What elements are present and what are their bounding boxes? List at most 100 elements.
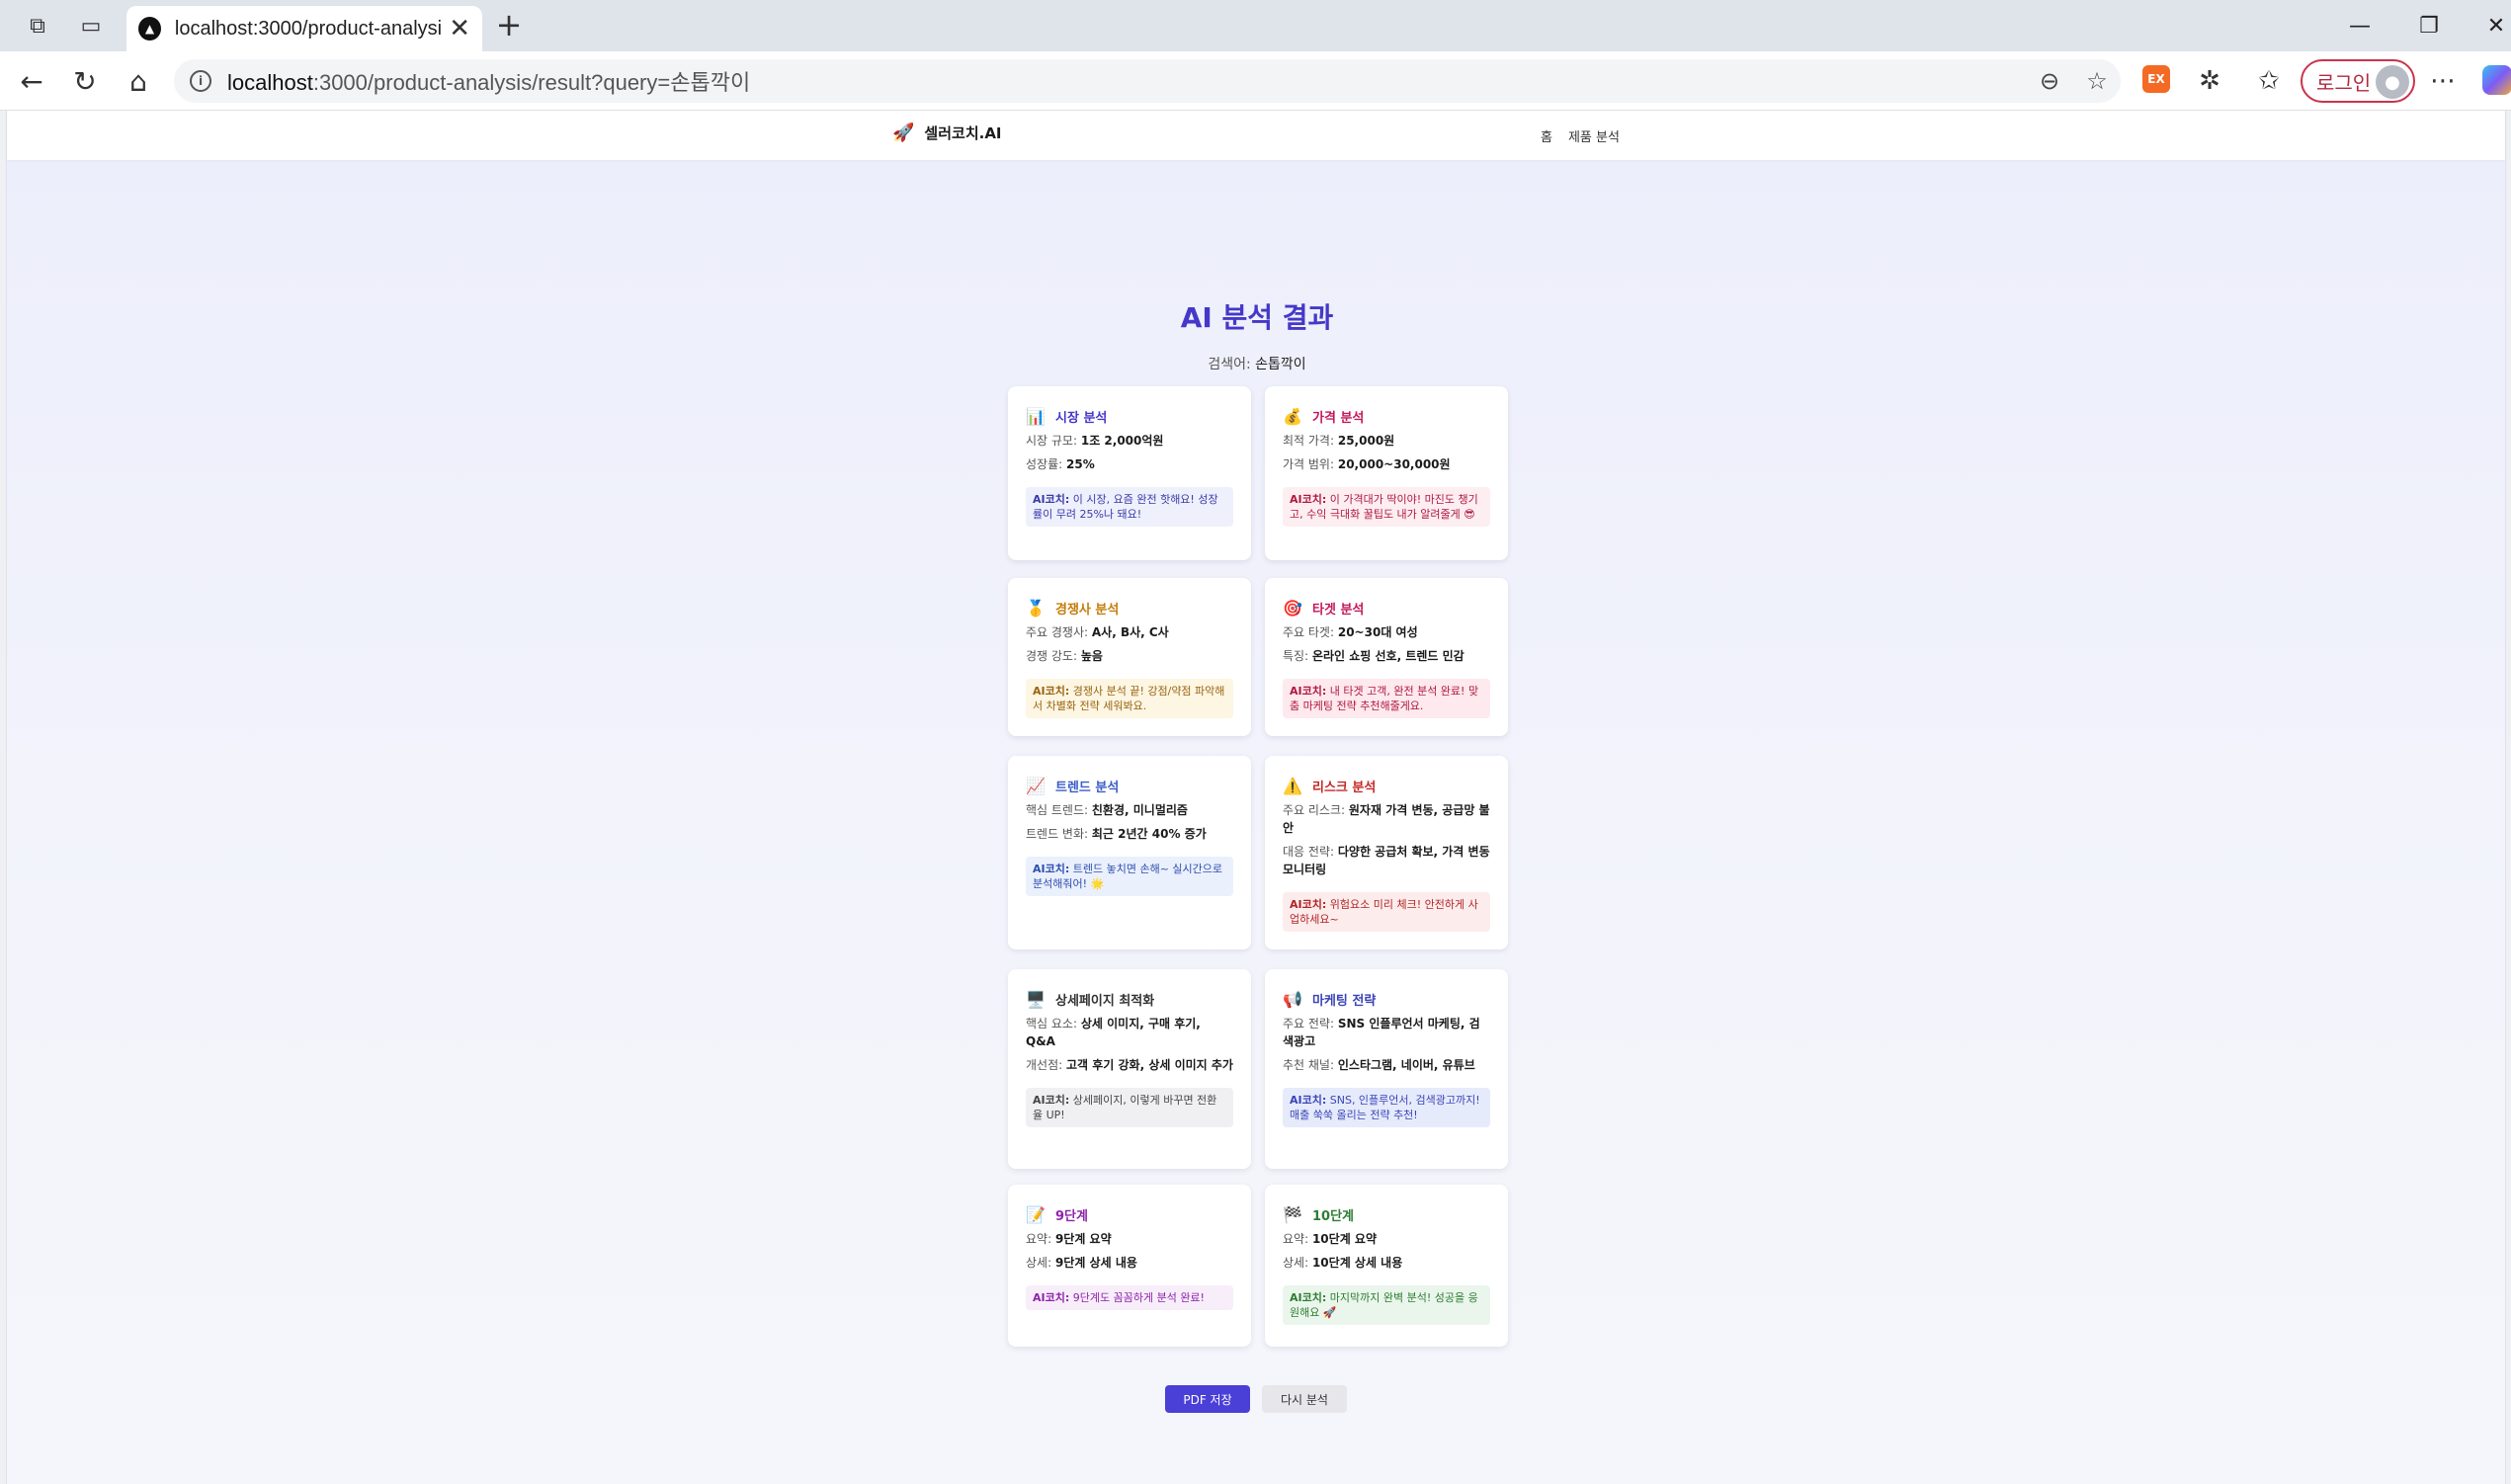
card-line: 상세: 9단계 상세 내용 xyxy=(1026,1254,1233,1272)
card-icon: 💰 xyxy=(1283,406,1302,426)
brand-name: 셀러코치.AI xyxy=(924,124,1002,142)
card-header: ⚠️ 리스크 분석 xyxy=(1283,776,1490,795)
card-line-value: 친환경, 미니멀리즘 xyxy=(1091,803,1188,817)
card-line-label: 개선점: xyxy=(1026,1058,1063,1072)
card-title: 상세페이지 최적화 xyxy=(1055,993,1155,1009)
card-title: 마케팅 전략 xyxy=(1312,993,1377,1009)
ai-coach-note: AI코치: 경쟁사 분석 끝! 강점/약점 파악해서 차별화 전략 세워봐요. xyxy=(1026,679,1233,718)
card-icon: 📈 xyxy=(1026,776,1046,795)
card-line-label: 요약: xyxy=(1026,1232,1052,1246)
workspaces-icon[interactable]: ⧉ xyxy=(22,10,53,41)
browser-tab[interactable]: ▲ localhost:3000/product-analysis/r ✕ xyxy=(126,6,482,51)
card-header: 🥇 경쟁사 분석 xyxy=(1026,598,1233,618)
analysis-card: 📊 시장 분석 시장 규모: 1조 2,000억원 성장률: 25% AI코치: 이 시… xyxy=(1008,386,1251,560)
close-window-icon[interactable]: ✕ xyxy=(2476,8,2511,43)
favorite-star-icon[interactable]: ☆ xyxy=(2081,65,2113,97)
extension-badge-icon[interactable]: EX xyxy=(2142,65,2170,93)
card-line: 경쟁 강도: 높음 xyxy=(1026,647,1233,665)
zoom-icon[interactable]: ⊖ xyxy=(2034,65,2065,97)
card-title: 리스크 분석 xyxy=(1312,780,1377,795)
card-title: 가격 분석 xyxy=(1312,410,1365,426)
card-icon: 📝 xyxy=(1026,1204,1046,1224)
favorites-icon[interactable]: ✩ xyxy=(2251,63,2287,99)
card-header: 🏁 10단계 xyxy=(1283,1204,1490,1224)
brand-logo[interactable]: 🚀 셀러코치.AI xyxy=(892,123,1002,143)
card-line-value: 9단계 상세 내용 xyxy=(1054,1256,1137,1270)
site-info-icon[interactable]: i xyxy=(190,70,211,92)
ai-coach-note: AI코치: 9단계도 꼼꼼하게 분석 완료! xyxy=(1026,1285,1233,1310)
card-icon: 🎯 xyxy=(1283,598,1302,618)
back-icon[interactable]: ← xyxy=(14,63,49,99)
card-line-value: 인스타그램, 네이버, 유튜브 xyxy=(1337,1058,1475,1072)
ai-coach-label: AI코치: xyxy=(1033,493,1070,506)
copilot-icon[interactable] xyxy=(2482,65,2511,95)
profile-login-button[interactable]: 로그인 ● xyxy=(2301,59,2415,103)
more-menu-icon[interactable]: ⋯ xyxy=(2425,63,2461,99)
card-line-label: 성장률: xyxy=(1026,457,1063,471)
card-header: 📢 마케팅 전략 xyxy=(1283,989,1490,1009)
rocket-icon: 🚀 xyxy=(892,123,915,143)
site-header: 🚀 셀러코치.AI 홈 제품 분석 xyxy=(7,111,2505,160)
card-line-value: 20~30대 여성 xyxy=(1337,625,1418,639)
restore-icon[interactable]: ❐ xyxy=(2409,8,2449,43)
analysis-card: 🥇 경쟁사 분석 주요 경쟁사: A사, B사, C사 경쟁 강도: 높음 AI코치: … xyxy=(1008,578,1251,736)
ai-coach-label: AI코치: xyxy=(1033,1094,1070,1107)
tab-title: localhost:3000/product-analysis/r xyxy=(174,17,442,40)
card-line-label: 대응 전략: xyxy=(1283,845,1335,859)
page-viewport: 🚀 셀러코치.AI 홈 제품 분석 AI 분석 결과 검색어: 손톱깍이 📊 시장… xyxy=(6,111,2506,1484)
card-line-value: 25,000원 xyxy=(1337,434,1395,448)
analysis-card: ⚠️ 리스크 분석 주요 리스크: 원자재 가격 변동, 공급망 불안 대응 전략: … xyxy=(1265,756,1508,949)
card-line-label: 가격 범위: xyxy=(1283,457,1335,471)
page-title: AI 분석 결과 xyxy=(1180,301,1334,334)
card-icon: 🥇 xyxy=(1026,598,1046,618)
card-line-label: 주요 리스크: xyxy=(1283,803,1346,817)
ai-coach-note: AI코치: SNS, 인플루언서, 검색광고까지! 매출 쑥쑥 올리는 전략 추… xyxy=(1283,1088,1490,1127)
ai-coach-note: AI코치: 내 타겟 고객, 완전 분석 완료! 맞춤 마케팅 전략 추천해줄게… xyxy=(1283,679,1490,718)
ai-coach-note: AI코치: 이 시장, 요즘 완전 핫해요! 성장률이 무려 25%나 돼요! xyxy=(1026,487,1233,527)
ai-coach-label: AI코치: xyxy=(1290,1291,1327,1304)
extensions-icon[interactable]: ✲ xyxy=(2192,63,2227,99)
ai-coach-text: 9단계도 꼼꼼하게 분석 완료! xyxy=(1072,1291,1205,1304)
card-line: 최적 가격: 25,000원 xyxy=(1283,432,1490,450)
url-field[interactable]: i localhost:3000/product-analysis/result… xyxy=(174,59,2121,103)
card-line: 추천 채널: 인스타그램, 네이버, 유튜브 xyxy=(1283,1056,1490,1074)
ai-coach-label: AI코치: xyxy=(1290,685,1327,698)
card-line: 주요 타겟: 20~30대 여성 xyxy=(1283,623,1490,641)
card-line-label: 요약: xyxy=(1283,1232,1309,1246)
card-title: 9단계 xyxy=(1055,1208,1088,1224)
save-pdf-button[interactable]: PDF 저장 xyxy=(1165,1385,1250,1413)
ai-coach-label: AI코치: xyxy=(1033,863,1070,875)
reanalyze-button[interactable]: 다시 분석 xyxy=(1262,1385,1347,1413)
card-line-label: 주요 전략: xyxy=(1283,1017,1335,1031)
card-header: 📝 9단계 xyxy=(1026,1204,1233,1224)
tab-actions-icon[interactable]: ▭ xyxy=(75,10,107,41)
close-tab-icon[interactable]: ✕ xyxy=(449,14,470,43)
card-line: 요약: 9단계 요약 xyxy=(1026,1230,1233,1248)
query-value: 손톱깍이 xyxy=(1255,357,1306,372)
card-line-label: 상세: xyxy=(1283,1256,1309,1270)
address-bar: ← ↻ ⌂ i localhost:3000/product-analysis/… xyxy=(0,51,2511,111)
card-line: 성장률: 25% xyxy=(1026,455,1233,473)
card-line-value: 25% xyxy=(1066,457,1095,471)
card-icon: 🖥️ xyxy=(1026,989,1046,1009)
nav-product-analysis-link[interactable]: 제품 분석 xyxy=(1568,126,1620,145)
query-label: 검색어: xyxy=(1208,357,1251,372)
card-line-label: 트렌드 변화: xyxy=(1026,827,1089,841)
card-line: 가격 범위: 20,000~30,000원 xyxy=(1283,455,1490,473)
card-line: 트렌드 변화: 최근 2년간 40% 증가 xyxy=(1026,825,1233,843)
card-title: 타겟 분석 xyxy=(1312,602,1365,618)
new-tab-icon[interactable]: + xyxy=(492,6,526,43)
analysis-card: 🎯 타겟 분석 주요 타겟: 20~30대 여성 특징: 온라인 쇼핑 선호, 트렌드… xyxy=(1265,578,1508,736)
card-line-value: 1조 2,000억원 xyxy=(1080,434,1164,448)
card-line-label: 최적 가격: xyxy=(1283,434,1335,448)
ai-coach-note: AI코치: 이 가격대가 딱이야! 마진도 챙기고, 수익 극대화 꿀팁도 내가… xyxy=(1283,487,1490,527)
ai-coach-label: AI코치: xyxy=(1290,493,1327,506)
nav-home-link[interactable]: 홈 xyxy=(1541,126,1552,145)
card-title: 트렌드 분석 xyxy=(1055,780,1120,795)
home-icon[interactable]: ⌂ xyxy=(121,63,156,99)
minimize-icon[interactable]: — xyxy=(2340,8,2380,43)
card-header: 🎯 타겟 분석 xyxy=(1283,598,1490,618)
reload-icon[interactable]: ↻ xyxy=(67,63,103,99)
url-text: localhost:3000/product-analysis/result?q… xyxy=(227,65,750,97)
query-line: 검색어: 손톱깍이 xyxy=(7,354,2507,373)
